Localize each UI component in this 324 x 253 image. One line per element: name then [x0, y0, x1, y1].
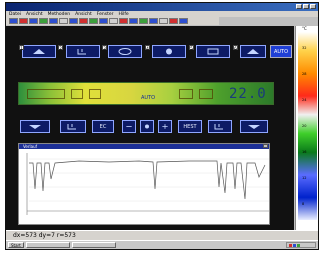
- ec-button[interactable]: EC: [92, 120, 114, 133]
- recirculation-button[interactable]: [108, 45, 142, 58]
- temperature-color-scale: °C 32 28 24 20 16 12 8: [295, 26, 318, 230]
- menu-hilfe[interactable]: Hilfe: [118, 12, 128, 17]
- toolbar-button-7[interactable]: [69, 18, 78, 24]
- plot-window[interactable]: Verlauf: [18, 143, 270, 225]
- air-distribution-icon: [247, 49, 259, 54]
- tray-icon[interactable]: [297, 243, 300, 247]
- toolbar: [6, 17, 219, 25]
- seat-mode-button-right[interactable]: [208, 120, 232, 133]
- toolbar-button-16[interactable]: [159, 18, 168, 24]
- hest-button[interactable]: HEST: [178, 120, 202, 133]
- toolbar-button-17[interactable]: [169, 18, 178, 24]
- recirculation-icon: [118, 48, 132, 55]
- air-distribution-button[interactable]: [240, 45, 266, 58]
- start-button[interactable]: Start: [8, 242, 24, 248]
- menu-ansicht[interactable]: Ansicht: [26, 12, 43, 17]
- toolbar-button-1[interactable]: [9, 18, 18, 24]
- scale-gradient: [298, 32, 317, 220]
- fan-button[interactable]: [152, 45, 186, 58]
- menu-methoden[interactable]: Methoden: [48, 12, 71, 17]
- toolbar-button-8[interactable]: [79, 18, 88, 24]
- toolbar-button-5[interactable]: [49, 18, 58, 24]
- taskbar-item[interactable]: [25, 242, 70, 248]
- window-controls: [296, 4, 316, 9]
- temperature-readout: 22.0: [229, 86, 267, 102]
- app-window: Datei Ansicht Methoden Ansicht Fenster H…: [5, 2, 319, 250]
- temp-down-button[interactable]: [20, 120, 50, 133]
- button-number: 6: [233, 45, 238, 51]
- toolbar-button-2[interactable]: [19, 18, 28, 24]
- menu-fenster[interactable]: Fenster: [97, 12, 114, 17]
- seat-mode-button[interactable]: [60, 120, 86, 133]
- minimize-button[interactable]: [296, 4, 302, 9]
- button-number: 4: [145, 45, 150, 51]
- scale-tick: 20: [302, 124, 307, 128]
- menu-ansicht-2[interactable]: Ansicht: [75, 12, 92, 17]
- toolbar-button-15[interactable]: [149, 18, 158, 24]
- menu-datei[interactable]: Datei: [9, 12, 21, 17]
- plot-close-button[interactable]: [263, 144, 268, 148]
- toolbar-button-10[interactable]: [99, 18, 108, 24]
- tray-icon[interactable]: [293, 243, 296, 247]
- fan-speed-button[interactable]: [140, 120, 154, 133]
- taskbar-item[interactable]: [71, 242, 116, 248]
- taskbar: Start: [6, 240, 318, 249]
- minus-icon: [126, 126, 132, 127]
- scale-tick: 32: [302, 46, 307, 50]
- display-segment: [71, 89, 83, 99]
- plus-icon: [162, 124, 168, 129]
- signal-plot: [26, 153, 269, 215]
- rear-defrost-button[interactable]: [196, 45, 230, 58]
- fan-icon: [166, 48, 172, 55]
- toolbar-button-18[interactable]: [179, 18, 188, 24]
- tray-icon[interactable]: [289, 243, 292, 247]
- rear-defrost-icon: [207, 48, 219, 55]
- toolbar-button-12[interactable]: [119, 18, 128, 24]
- band-label: AUTO: [141, 95, 156, 101]
- toolbar-button-13[interactable]: [129, 18, 138, 24]
- system-tray: [286, 242, 316, 248]
- temp-down-button-right[interactable]: [240, 120, 268, 133]
- display-segment: [27, 89, 65, 99]
- button-number: 3: [102, 45, 107, 51]
- display-segment: [199, 89, 213, 99]
- scale-tick: 12: [302, 176, 307, 180]
- toolbar-button-11[interactable]: [109, 18, 118, 24]
- fan-plus-button[interactable]: [158, 120, 172, 133]
- toolbar-button-6[interactable]: [59, 18, 68, 24]
- defrost-front-button[interactable]: [22, 45, 56, 58]
- maximize-button[interactable]: [303, 4, 309, 9]
- close-button[interactable]: [310, 4, 316, 9]
- seat-heat-button[interactable]: [66, 45, 100, 58]
- scale-tick: 8: [302, 202, 305, 206]
- arrow-down-icon: [248, 125, 260, 129]
- status-bar: dx=573 dy=7 r=573: [6, 230, 318, 240]
- fan-icon: [145, 124, 149, 129]
- status-text: dx=573 dy=7 r=573: [13, 232, 76, 239]
- arrow-down-icon: [29, 125, 41, 129]
- defrost-icon: [33, 49, 45, 54]
- display-segment: [179, 89, 193, 99]
- scale-tick: 16: [302, 150, 307, 154]
- button-number: 1: [19, 45, 24, 51]
- auto-button[interactable]: AUTO: [270, 45, 292, 58]
- climate-panel: AUTO 1 2 3 4 5 6 AUTO 22.0 EC HEST Verla…: [6, 26, 294, 230]
- title-bar: [6, 3, 318, 11]
- scale-title: °C: [302, 26, 307, 31]
- toolbar-button-9[interactable]: [89, 18, 98, 24]
- toolbar-button-14[interactable]: [139, 18, 148, 24]
- toolbar-button-3[interactable]: [29, 18, 38, 24]
- button-number: 2: [58, 45, 63, 51]
- display-segment: [89, 89, 101, 99]
- button-number: 5: [189, 45, 194, 51]
- seat-icon: [214, 124, 223, 130]
- fan-minus-button[interactable]: [122, 120, 136, 133]
- scale-tick: 28: [302, 72, 307, 76]
- toolbar-button-4[interactable]: [39, 18, 48, 24]
- seat-icon: [77, 49, 86, 55]
- temperature-display-band: AUTO 22.0: [18, 82, 274, 105]
- scale-tick: 24: [302, 98, 307, 102]
- seat-icon: [67, 124, 76, 130]
